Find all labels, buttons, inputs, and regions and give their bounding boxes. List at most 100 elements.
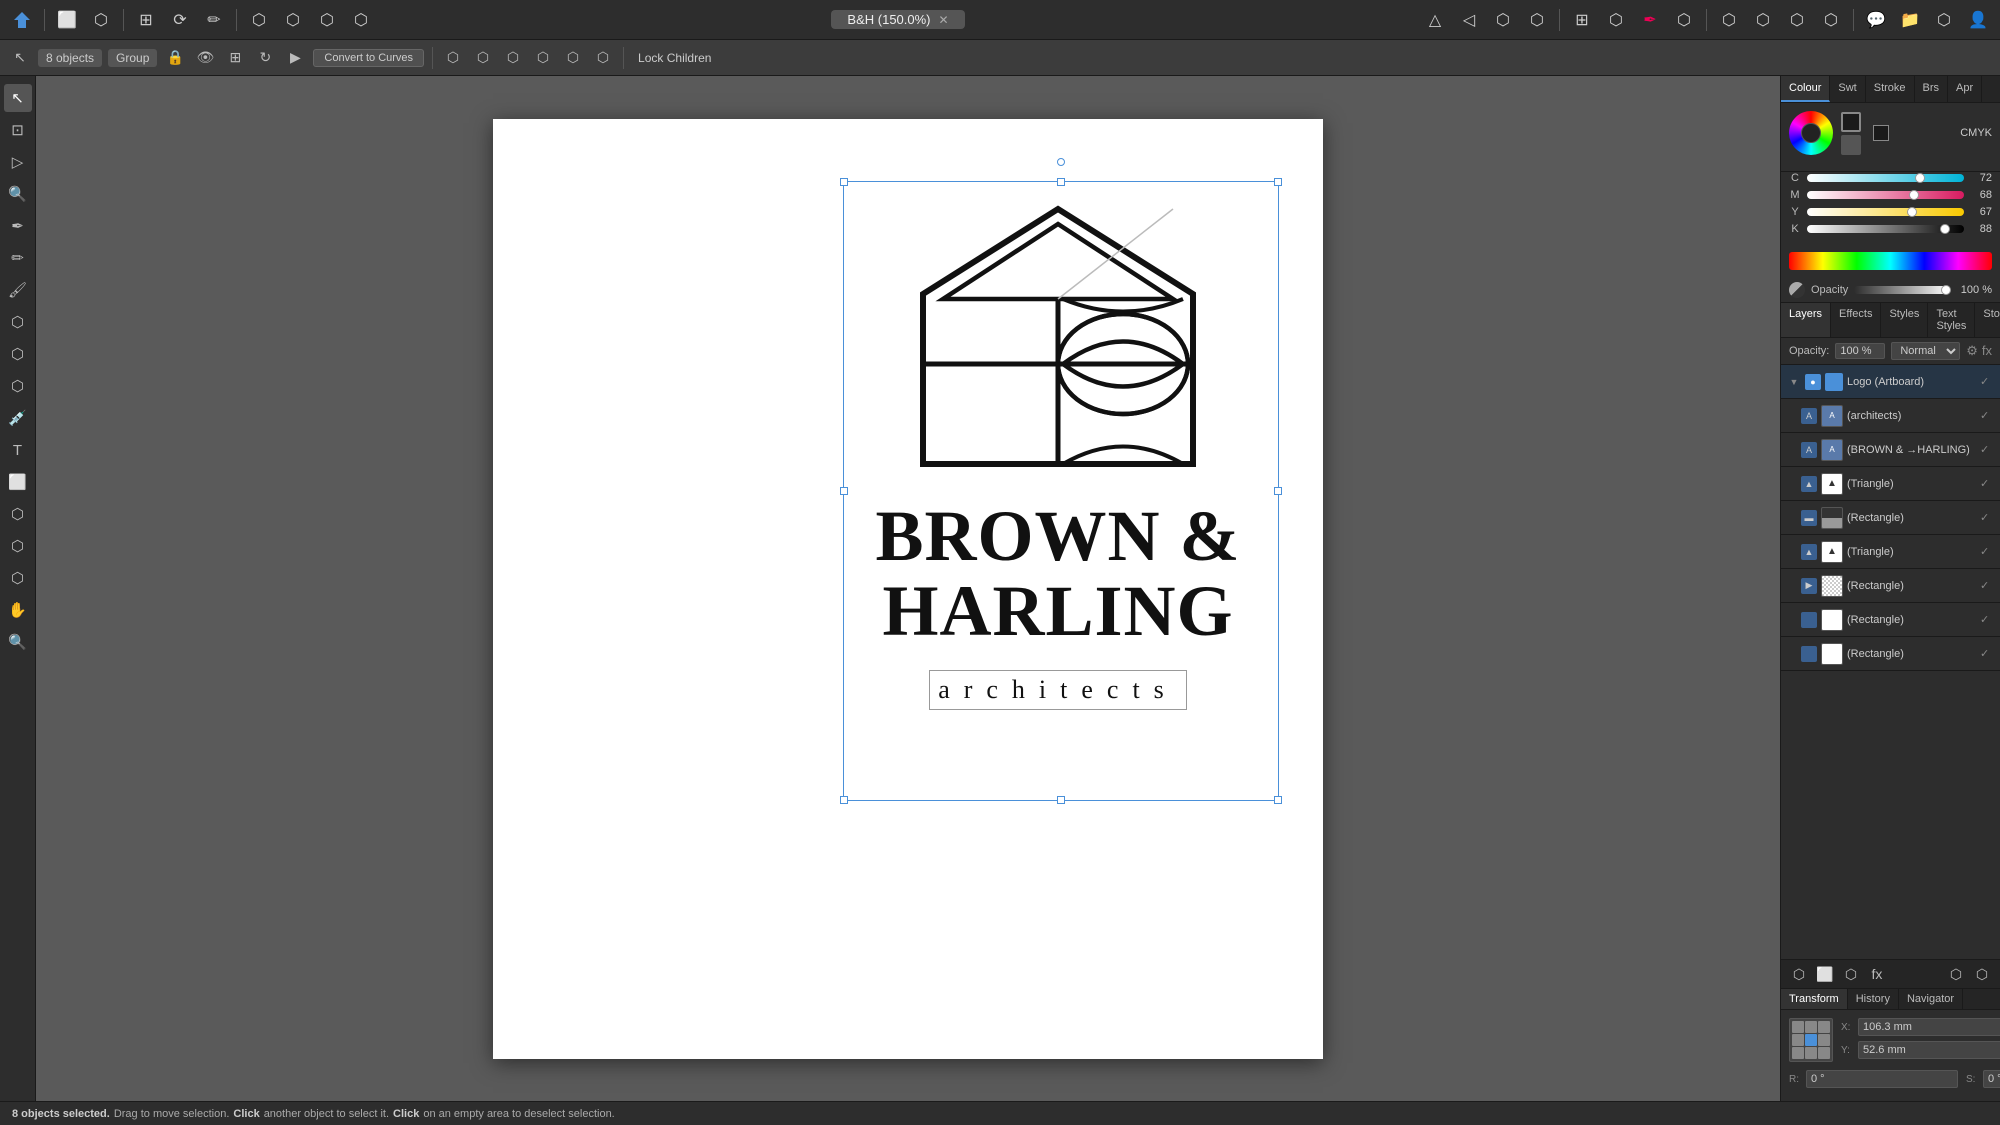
pen-icon[interactable]: ✏ <box>200 6 228 34</box>
fill-tool-btn[interactable]: ⬡ <box>4 340 32 368</box>
edit-icon[interactable]: ⬡ <box>1749 6 1777 34</box>
transform-y-input[interactable]: 52.6 mm <box>1858 1041 2000 1059</box>
current-color-swatch[interactable] <box>1873 125 1889 141</box>
layers-more-icon[interactable]: ⬡ <box>1946 964 1966 984</box>
color-wheel[interactable] <box>1789 111 1833 155</box>
arrange3-icon[interactable]: ⬡ <box>313 6 341 34</box>
anchor-dot[interactable] <box>1818 1047 1830 1059</box>
arrange2-icon[interactable]: ⬡ <box>279 6 307 34</box>
tab-apr[interactable]: Apr <box>1948 76 1982 102</box>
visibility-icon[interactable]: 👁 <box>193 46 217 70</box>
snap-icon[interactable]: ⬡ <box>1602 6 1630 34</box>
document-title[interactable]: B&H (150.0%) ✕ <box>831 10 964 29</box>
app-icon[interactable] <box>8 6 36 34</box>
anchor-dot[interactable] <box>1805 1047 1817 1059</box>
eraser-tool-btn[interactable]: ⬡ <box>4 308 32 336</box>
align-bottom-icon[interactable]: ⬡ <box>591 46 615 70</box>
layer-item-triangle1[interactable]: ▲ ▲ (Triangle) ✓ <box>1781 467 2000 501</box>
comments-icon[interactable]: 💬 <box>1862 6 1890 34</box>
tab-colour[interactable]: Colour <box>1781 76 1830 102</box>
slider-c-thumb[interactable] <box>1915 173 1925 183</box>
layers-opacity-input[interactable] <box>1835 343 1885 359</box>
layer-item-brown-harling[interactable]: A A (BROWN & →HARLING) ✓ <box>1781 433 2000 467</box>
pen-tool-btn[interactable]: ✒ <box>4 212 32 240</box>
slider-y-track[interactable] <box>1807 208 1964 216</box>
select-tool[interactable]: ↖ <box>8 46 32 70</box>
color-model-label[interactable]: CMYK <box>1960 127 1992 139</box>
layer-item-rect-group[interactable]: ▶ (Rectangle) ✓ <box>1781 569 2000 603</box>
lock-icon[interactable]: 🔒 <box>163 46 187 70</box>
export2-icon[interactable]: ⬡ <box>1930 6 1958 34</box>
transform-icon[interactable]: ⟳ <box>166 6 194 34</box>
layer-item-artboard[interactable]: ▼ ● Logo (Artboard) ✓ <box>1781 365 2000 399</box>
rect1-check-icon[interactable]: ✓ <box>1980 511 1994 525</box>
view-icon[interactable]: ⊞ <box>132 6 160 34</box>
eyedropper-tool-btn[interactable]: 💉 <box>4 404 32 432</box>
tab-swt[interactable]: Swt <box>1830 76 1865 102</box>
tab-styles[interactable]: Styles <box>1881 303 1928 337</box>
rect-group-check-icon[interactable]: ✓ <box>1980 579 1994 593</box>
handle-bl[interactable] <box>840 796 848 804</box>
layers-add-icon2[interactable]: ⬡ <box>1841 964 1861 984</box>
handle-br[interactable] <box>1274 796 1282 804</box>
import-icon[interactable]: ⬡ <box>1523 6 1551 34</box>
tab-text-styles[interactable]: Text Styles <box>1928 303 1975 337</box>
layer-item-rect-white1[interactable]: (Rectangle) ✓ <box>1781 603 2000 637</box>
fill-swatch[interactable] <box>1841 112 1861 132</box>
grid-icon[interactable]: ⊞ <box>1568 6 1596 34</box>
rect-tool-btn[interactable]: ⬜ <box>4 468 32 496</box>
tab-stock[interactable]: Stock <box>1975 303 2000 337</box>
slider-c-track[interactable] <box>1807 174 1964 182</box>
anchor-dot[interactable] <box>1818 1021 1830 1033</box>
layers-settings-icon[interactable]: ⬡ <box>1972 964 1992 984</box>
color-adj-icon[interactable]: ⬡ <box>1783 6 1811 34</box>
symmetry-icon[interactable]: △ <box>1421 6 1449 34</box>
slider-m-track[interactable] <box>1807 191 1964 199</box>
slider-k-track[interactable] <box>1807 225 1964 233</box>
handle-ml[interactable] <box>840 487 848 495</box>
triangle2-check-icon[interactable]: ✓ <box>1980 545 1994 559</box>
slider-y-thumb[interactable] <box>1907 207 1917 217</box>
anchor-dot[interactable] <box>1818 1034 1830 1046</box>
zoom-tool-btn[interactable]: 🔍 <box>4 180 32 208</box>
anchor-dot[interactable] <box>1792 1021 1804 1033</box>
zoom2-tool-btn[interactable]: 🔍 <box>4 628 32 656</box>
node-tool-btn[interactable]: ⊡ <box>4 116 32 144</box>
export-icon[interactable]: ⬡ <box>1489 6 1517 34</box>
tab-brs[interactable]: Brs <box>1915 76 1949 102</box>
align-right-icon[interactable]: ⬡ <box>501 46 525 70</box>
handle-mr[interactable] <box>1274 487 1282 495</box>
triangle1-check-icon[interactable]: ✓ <box>1980 477 1994 491</box>
hand-tool-btn[interactable]: ✋ <box>4 596 32 624</box>
layer-item-architects[interactable]: A A (architects) ✓ <box>1781 399 2000 433</box>
anchor-dot-active[interactable] <box>1805 1034 1817 1046</box>
layer-item-rect1[interactable]: ▬ (Rectangle) ✓ <box>1781 501 2000 535</box>
arrange4-icon[interactable]: ⬡ <box>347 6 375 34</box>
select-tool-btn[interactable]: ↖ <box>4 84 32 112</box>
move-icon[interactable]: ▶ <box>283 46 307 70</box>
architects-check-icon[interactable]: ✓ <box>1980 409 1994 423</box>
handle-bc[interactable] <box>1057 796 1065 804</box>
pencil-tool-btn[interactable]: ✏ <box>4 244 32 272</box>
tab-history[interactable]: History <box>1848 989 1899 1009</box>
user-icon[interactable]: 👤 <box>1964 6 1992 34</box>
anchor-dot[interactable] <box>1792 1034 1804 1046</box>
canvas-area[interactable]: BROWN & HARLING architects <box>36 76 1780 1101</box>
align-center-h-icon[interactable]: ⬡ <box>471 46 495 70</box>
rect-white1-check-icon[interactable]: ✓ <box>1980 613 1994 627</box>
layers-add-icon[interactable]: fx <box>1982 343 1992 359</box>
share-icon[interactable]: ⬡ <box>87 6 115 34</box>
align-top-icon[interactable]: ⬡ <box>531 46 555 70</box>
crop-tool-btn[interactable]: ▷ <box>4 148 32 176</box>
layer-item-rect-white2[interactable]: (Rectangle) ✓ <box>1781 637 2000 671</box>
handle-tr[interactable] <box>1274 178 1282 186</box>
handle-tc[interactable] <box>1057 178 1065 186</box>
opacity-track[interactable] <box>1854 286 1950 294</box>
layers-options-icon[interactable]: ⚙ <box>1966 343 1978 359</box>
brush-tool-btn[interactable]: 🖌 <box>4 276 32 304</box>
new-icon[interactable]: ⬜ <box>53 6 81 34</box>
slider-m-thumb[interactable] <box>1909 190 1919 200</box>
layer-item-triangle2[interactable]: ▲ ▲ (Triangle) ✓ <box>1781 535 2000 569</box>
red-pen2-icon[interactable]: ⬡ <box>1670 6 1698 34</box>
tab-stroke[interactable]: Stroke <box>1866 76 1915 102</box>
